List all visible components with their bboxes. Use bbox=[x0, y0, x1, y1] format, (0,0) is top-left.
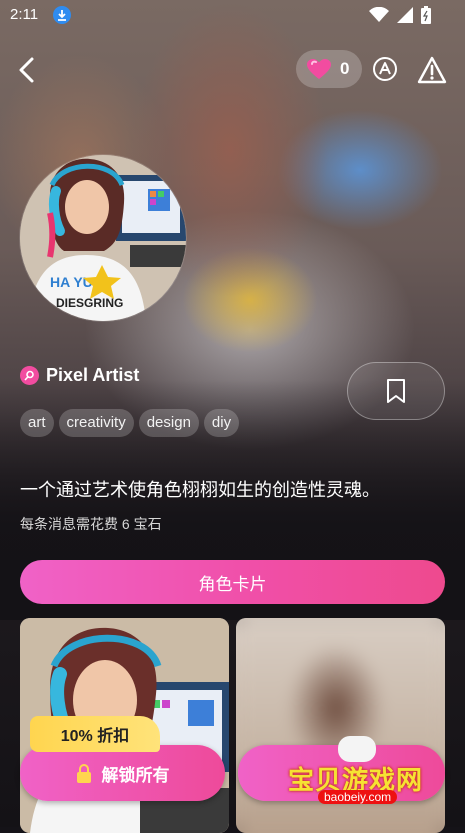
gem-balance[interactable]: 0 bbox=[296, 50, 362, 88]
character-name: Pixel Artist bbox=[46, 365, 140, 385]
status-time: 2:11 bbox=[10, 6, 39, 23]
watermark-url: baobeiy.com bbox=[318, 790, 398, 804]
signal-icon bbox=[397, 7, 413, 23]
shirt-text-line-2: DIESGRING bbox=[56, 296, 123, 310]
character-description: 一个通过艺术使角色栩栩如生的创造性灵魂。 bbox=[20, 480, 380, 500]
report-warning-icon[interactable] bbox=[417, 56, 447, 84]
back-arrow-icon[interactable] bbox=[14, 54, 42, 86]
tag-chip[interactable]: diy bbox=[203, 409, 240, 437]
creator-badge-icon bbox=[20, 366, 39, 385]
character-name-row: Pixel Artist bbox=[20, 365, 139, 386]
discount-badge: 10% 折扣 bbox=[30, 716, 160, 752]
bookmark-button[interactable] bbox=[347, 362, 445, 420]
download-icon bbox=[53, 6, 71, 24]
bookmark-icon bbox=[387, 379, 405, 403]
tag-chip[interactable]: design bbox=[138, 409, 199, 437]
gamepad-icon bbox=[338, 736, 376, 762]
tag-list: art creativity design diy bbox=[20, 409, 240, 437]
gem-count: 0 bbox=[340, 59, 350, 78]
battery-icon bbox=[421, 6, 431, 24]
character-avatar: HA YU U DIESGRING bbox=[20, 155, 186, 321]
unlock-all-button[interactable]: 解锁所有 bbox=[20, 745, 225, 801]
tag-chip[interactable]: art bbox=[20, 409, 54, 437]
status-bar: 2:11 bbox=[0, 0, 465, 30]
translate-icon[interactable] bbox=[372, 56, 398, 82]
message-cost: 每条消息需花费 6 宝石 bbox=[20, 516, 162, 532]
character-card-button[interactable]: 角色卡片 bbox=[20, 560, 445, 604]
gem-icon bbox=[307, 59, 331, 79]
tag-chip[interactable]: creativity bbox=[58, 409, 134, 437]
unlock-all-label: 解锁所有 bbox=[101, 765, 170, 785]
lock-icon bbox=[76, 763, 91, 783]
wifi-icon bbox=[369, 7, 389, 22]
